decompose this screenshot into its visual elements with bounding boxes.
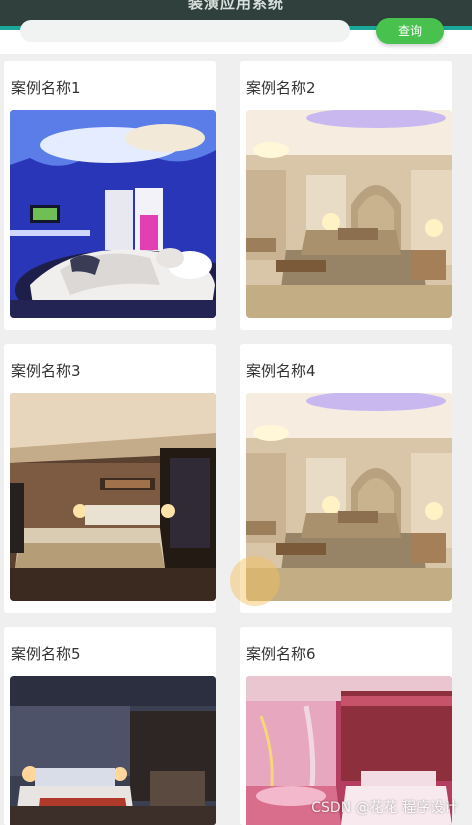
case-title: 案例名称1 [11, 79, 81, 97]
dim-hotel-bedroom-photo[interactable] [10, 676, 216, 825]
app-title: 装潢应用系统 [187, 0, 284, 12]
search-button[interactable]: 查询 [376, 18, 444, 44]
case-card-2[interactable]: 案例名称2 [240, 61, 452, 330]
case-title: 案例名称4 [246, 362, 316, 380]
case-card-3[interactable]: 案例名称3 [4, 344, 216, 613]
cream-hotel-bedroom-photo[interactable] [246, 110, 452, 318]
search-input[interactable] [20, 20, 350, 42]
case-card-5[interactable]: 案例名称5 [4, 627, 216, 825]
case-title: 案例名称3 [11, 362, 81, 380]
csdn-watermark: CSDN @花花 程序设计 [311, 800, 458, 816]
case-title: 案例名称2 [246, 79, 316, 97]
case-card-1[interactable]: 案例名称1 [4, 61, 216, 330]
search-bar: 查询 [0, 18, 472, 54]
brown-hotel-bedroom-photo[interactable] [10, 393, 216, 601]
case-card-6[interactable]: 案例名称6 [240, 627, 452, 825]
blue-hotel-bedroom-photo[interactable] [10, 110, 216, 318]
case-title: 案例名称5 [11, 645, 81, 663]
case-title: 案例名称6 [246, 645, 316, 663]
floating-highlight [230, 556, 280, 606]
